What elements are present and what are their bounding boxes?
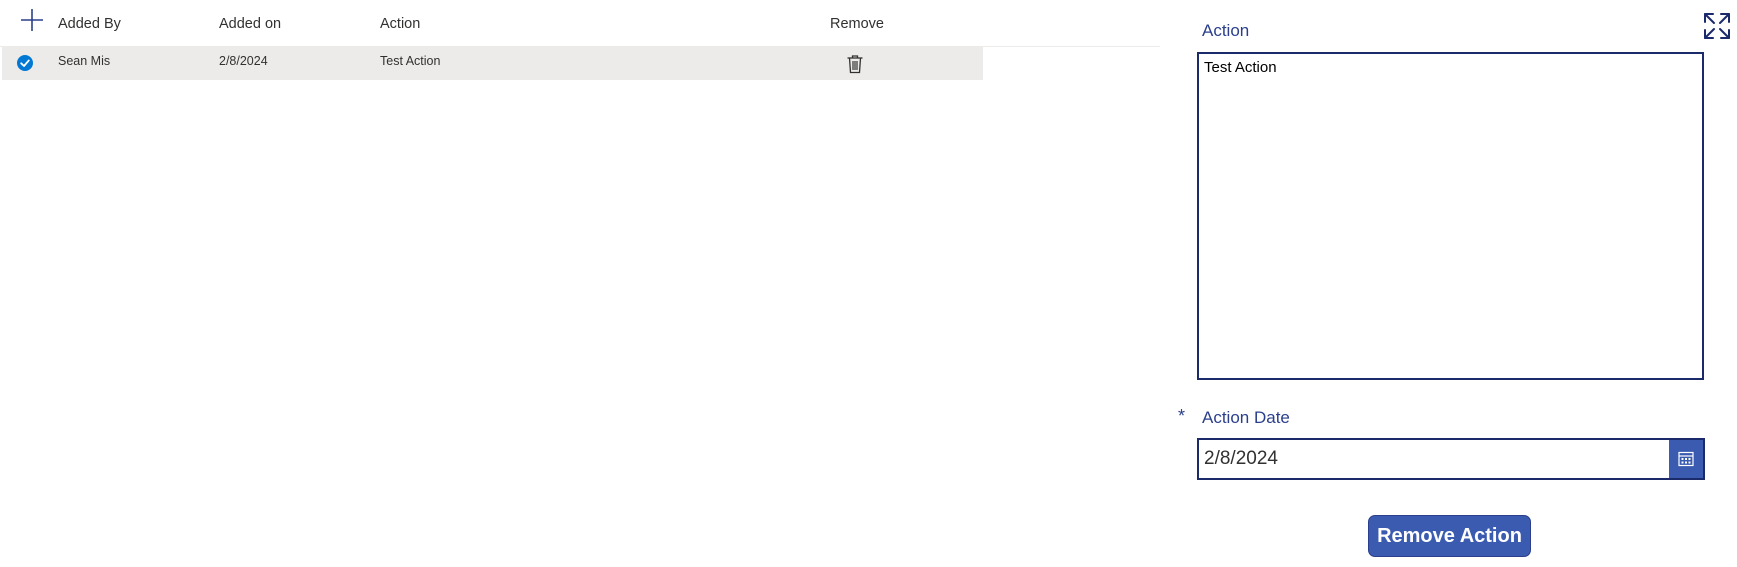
add-action-button[interactable] (20, 8, 44, 32)
column-header-remove: Remove (830, 16, 884, 32)
expand-button[interactable] (1703, 12, 1731, 40)
expand-icon (1704, 13, 1730, 39)
column-header-action: Action (380, 16, 421, 32)
actions-gallery: Added By Added on Action Remove Sean Mis… (0, 0, 1160, 100)
action-textarea[interactable]: Test Action (1197, 52, 1704, 380)
plus-icon (21, 9, 43, 31)
calendar-button[interactable] (1669, 440, 1703, 478)
cell-added-by: Sean Mis (58, 54, 111, 68)
cell-action: Test Action (380, 54, 441, 68)
action-date-input[interactable] (1199, 440, 1667, 478)
action-field-label: Action (1202, 21, 1250, 40)
column-header-added-on: Added on (219, 16, 282, 32)
table-row[interactable]: Sean Mis 2/8/2024 Test Action (2, 46, 983, 80)
calendar-icon (1678, 451, 1694, 467)
column-header-added-by: Added By (58, 16, 121, 32)
remove-row-button[interactable] (846, 54, 864, 74)
required-marker: * (1178, 406, 1186, 426)
cell-added-on: 2/8/2024 (219, 54, 268, 68)
action-date-label: Action Date (1202, 408, 1290, 427)
selected-check-icon (17, 55, 33, 71)
trash-icon (847, 55, 863, 74)
action-date-picker (1197, 438, 1705, 480)
remove-action-button[interactable]: Remove Action (1368, 515, 1531, 557)
